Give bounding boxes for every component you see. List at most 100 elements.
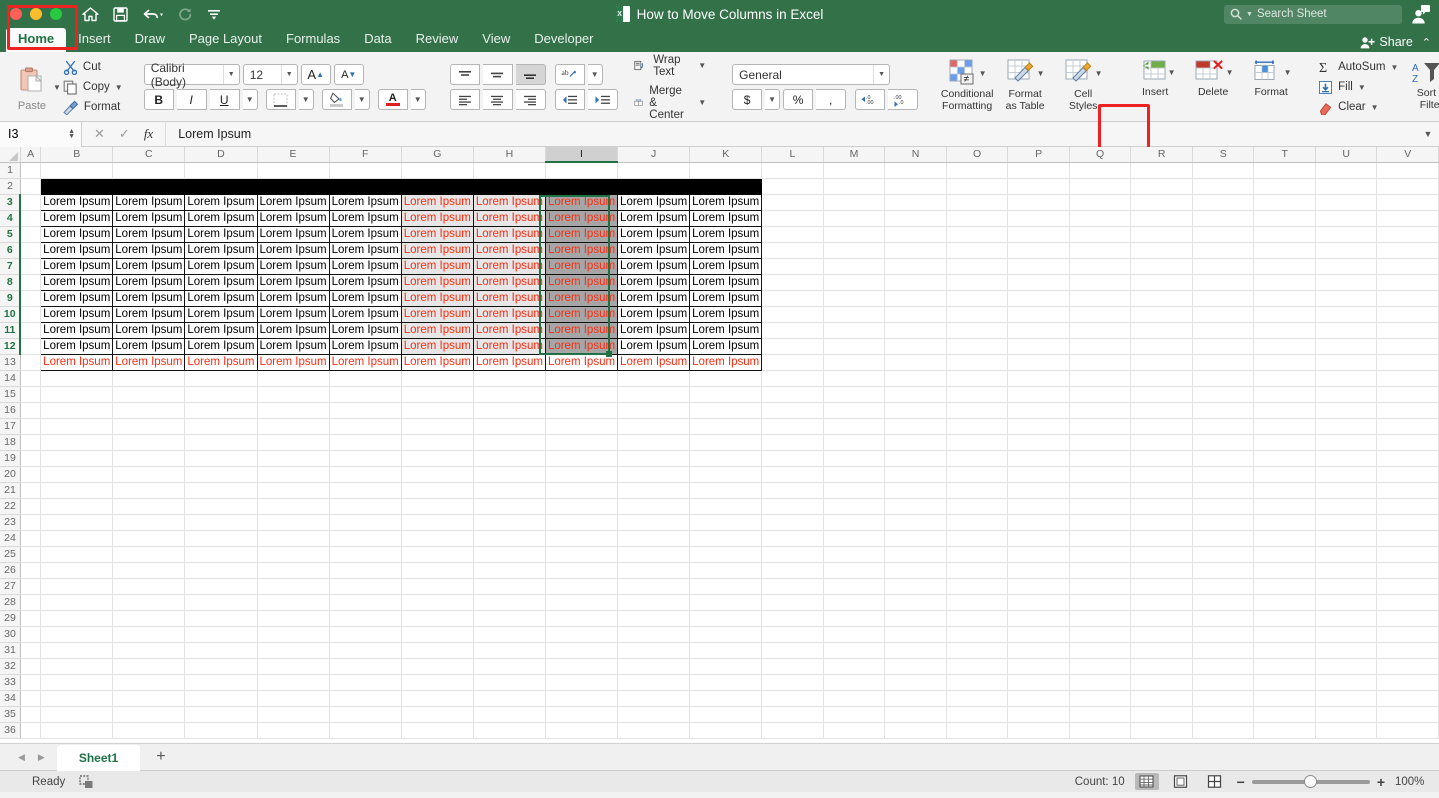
cell-H30[interactable] bbox=[473, 626, 545, 642]
cell-U23[interactable] bbox=[1315, 514, 1377, 530]
cell-B27[interactable] bbox=[41, 578, 113, 594]
cell-U26[interactable] bbox=[1315, 562, 1377, 578]
cell-L19[interactable] bbox=[762, 450, 823, 466]
cell-J19[interactable] bbox=[618, 450, 690, 466]
cell-J25[interactable] bbox=[618, 546, 690, 562]
conditional-formatting-button[interactable]: ≠ ▼ Conditional Formatting bbox=[938, 53, 996, 121]
cell-K15[interactable] bbox=[690, 386, 762, 402]
cell-H34[interactable] bbox=[473, 690, 545, 706]
cell-K10[interactable]: Lorem Ipsum bbox=[690, 306, 762, 322]
cell-C19[interactable] bbox=[113, 450, 185, 466]
cell-Q18[interactable] bbox=[1069, 434, 1131, 450]
cell-K36[interactable] bbox=[690, 722, 762, 738]
cell-J10[interactable]: Lorem Ipsum bbox=[618, 306, 690, 322]
align-right-button[interactable] bbox=[516, 89, 546, 110]
cell-C18[interactable] bbox=[113, 434, 185, 450]
cancel-x-icon[interactable]: ✕ bbox=[94, 126, 105, 142]
cell-V5[interactable] bbox=[1377, 226, 1439, 242]
cell-R32[interactable] bbox=[1131, 658, 1193, 674]
cell-K32[interactable] bbox=[690, 658, 762, 674]
cell-T32[interactable] bbox=[1254, 658, 1315, 674]
cell-D24[interactable] bbox=[185, 530, 257, 546]
page-break-view-button[interactable] bbox=[1203, 773, 1227, 790]
cell-S32[interactable] bbox=[1192, 658, 1253, 674]
cell-A7[interactable] bbox=[20, 258, 40, 274]
cell-N28[interactable] bbox=[885, 594, 947, 610]
cell-P18[interactable] bbox=[1008, 434, 1069, 450]
cell-G1[interactable] bbox=[401, 162, 473, 178]
cell-D36[interactable] bbox=[185, 722, 257, 738]
cell-G23[interactable] bbox=[401, 514, 473, 530]
cell-P30[interactable] bbox=[1008, 626, 1069, 642]
cell-P15[interactable] bbox=[1008, 386, 1069, 402]
cell-L10[interactable] bbox=[762, 306, 823, 322]
cell-H17[interactable] bbox=[473, 418, 545, 434]
borders-button[interactable] bbox=[266, 89, 296, 110]
autosum-button[interactable]: Σ AutoSum ▼ bbox=[1318, 58, 1398, 77]
cell-S31[interactable] bbox=[1192, 642, 1253, 658]
fx-icon[interactable]: fx bbox=[144, 126, 153, 142]
cell-U29[interactable] bbox=[1315, 610, 1377, 626]
cell-B34[interactable] bbox=[41, 690, 113, 706]
cell-N10[interactable] bbox=[885, 306, 947, 322]
cell-P17[interactable] bbox=[1008, 418, 1069, 434]
cell-N13[interactable] bbox=[885, 354, 947, 370]
cell-E6[interactable]: Lorem Ipsum bbox=[257, 242, 329, 258]
cell-A26[interactable] bbox=[20, 562, 40, 578]
cell-U31[interactable] bbox=[1315, 642, 1377, 658]
cell-Q25[interactable] bbox=[1069, 546, 1131, 562]
cell-S18[interactable] bbox=[1192, 434, 1253, 450]
cell-I14[interactable] bbox=[545, 370, 617, 386]
cell-T31[interactable] bbox=[1254, 642, 1315, 658]
cell-F8[interactable]: Lorem Ipsum bbox=[329, 274, 401, 290]
cell-F30[interactable] bbox=[329, 626, 401, 642]
cell-A8[interactable] bbox=[20, 274, 40, 290]
cell-E11[interactable]: Lorem Ipsum bbox=[257, 322, 329, 338]
cell-C11[interactable]: Lorem Ipsum bbox=[113, 322, 185, 338]
row-header-31[interactable]: 31 bbox=[0, 642, 20, 658]
cell-R10[interactable] bbox=[1131, 306, 1193, 322]
cell-S21[interactable] bbox=[1192, 482, 1253, 498]
cell-D3[interactable]: Lorem Ipsum bbox=[185, 194, 257, 210]
italic-button[interactable]: I bbox=[177, 89, 207, 110]
cell-C15[interactable] bbox=[113, 386, 185, 402]
cell-F18[interactable] bbox=[329, 434, 401, 450]
cell-P10[interactable] bbox=[1008, 306, 1069, 322]
cell-C30[interactable] bbox=[113, 626, 185, 642]
cell-U5[interactable] bbox=[1315, 226, 1377, 242]
cell-C27[interactable] bbox=[113, 578, 185, 594]
cell-G14[interactable] bbox=[401, 370, 473, 386]
row-header-20[interactable]: 20 bbox=[0, 466, 20, 482]
cell-L35[interactable] bbox=[762, 706, 823, 722]
cell-B24[interactable] bbox=[41, 530, 113, 546]
autosum-dropdown-arrow[interactable]: ▼ bbox=[1390, 63, 1398, 72]
cell-R18[interactable] bbox=[1131, 434, 1193, 450]
cell-A34[interactable] bbox=[20, 690, 40, 706]
add-sheet-button[interactable]: + bbox=[142, 748, 179, 766]
cell-I8[interactable]: Lorem Ipsum bbox=[545, 274, 617, 290]
cell-I17[interactable] bbox=[545, 418, 617, 434]
cell-O33[interactable] bbox=[946, 674, 1008, 690]
cell-I36[interactable] bbox=[545, 722, 617, 738]
cell-M25[interactable] bbox=[823, 546, 885, 562]
cell-O36[interactable] bbox=[946, 722, 1008, 738]
cell-B4[interactable]: Lorem Ipsum bbox=[41, 210, 113, 226]
cell-I6[interactable]: Lorem Ipsum bbox=[545, 242, 617, 258]
font-color-button[interactable]: A bbox=[378, 89, 408, 110]
cell-H27[interactable] bbox=[473, 578, 545, 594]
cell-D13[interactable]: Lorem Ipsum bbox=[185, 354, 257, 370]
column-header-v[interactable]: V bbox=[1377, 147, 1439, 162]
tab-review[interactable]: Review bbox=[404, 28, 471, 52]
row-header-18[interactable]: 18 bbox=[0, 434, 20, 450]
cell-J32[interactable] bbox=[618, 658, 690, 674]
cell-P19[interactable] bbox=[1008, 450, 1069, 466]
cell-N15[interactable] bbox=[885, 386, 947, 402]
cell-M5[interactable] bbox=[823, 226, 885, 242]
borders-dropdown-arrow[interactable]: ▼ bbox=[299, 89, 314, 110]
cell-U1[interactable] bbox=[1315, 162, 1377, 178]
cell-L23[interactable] bbox=[762, 514, 823, 530]
cell-J16[interactable] bbox=[618, 402, 690, 418]
cell-K33[interactable] bbox=[690, 674, 762, 690]
cell-R3[interactable] bbox=[1131, 194, 1193, 210]
cell-T24[interactable] bbox=[1254, 530, 1315, 546]
